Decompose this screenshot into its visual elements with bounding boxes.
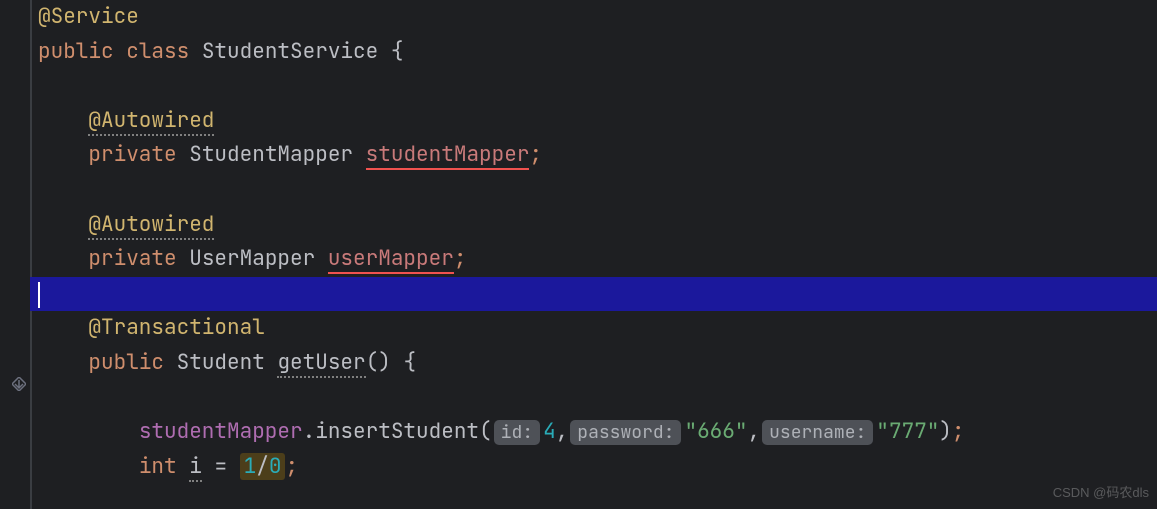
keyword-private: private bbox=[88, 141, 176, 168]
number-literal: 4 bbox=[543, 418, 556, 445]
param-hint: username: bbox=[762, 420, 873, 445]
warning-highlight: 1/0 bbox=[240, 453, 286, 480]
editor-gutter bbox=[0, 0, 30, 509]
param-hint: password: bbox=[570, 420, 681, 445]
field-name: userMapper bbox=[328, 245, 454, 274]
code-line[interactable] bbox=[30, 173, 1157, 208]
operator: / bbox=[256, 453, 269, 480]
code-line[interactable]: public Student getUser() { bbox=[30, 346, 1157, 381]
parens: () bbox=[366, 349, 391, 376]
string-literal: "777" bbox=[876, 418, 939, 445]
param-hint: id: bbox=[494, 420, 540, 445]
annotation: @Service bbox=[38, 3, 139, 30]
annotation-autowired: @Autowired bbox=[88, 211, 214, 240]
semicolon: ; bbox=[952, 418, 965, 445]
brace: { bbox=[378, 38, 403, 65]
paren-open: ( bbox=[479, 418, 492, 445]
code-line[interactable]: @Service bbox=[30, 0, 1157, 35]
annotation-autowired: @Autowired bbox=[88, 107, 214, 136]
keyword-private: private bbox=[88, 245, 176, 272]
type-name: StudentMapper bbox=[189, 141, 353, 168]
number-literal: 1 bbox=[244, 453, 257, 480]
method-call: insertStudent bbox=[315, 418, 479, 445]
code-line[interactable]: public class StudentService { bbox=[30, 35, 1157, 70]
comma: , bbox=[747, 418, 760, 445]
field-ref: studentMapper bbox=[139, 418, 303, 445]
field-name: studentMapper bbox=[366, 141, 530, 170]
dot: . bbox=[303, 418, 316, 445]
code-line[interactable]: private UserMapper userMapper; bbox=[30, 242, 1157, 277]
keyword-int: int bbox=[139, 453, 177, 480]
code-line[interactable]: studentMapper.insertStudent(id:4,passwor… bbox=[30, 415, 1157, 450]
variable-name: i bbox=[189, 453, 202, 482]
paren-close: ) bbox=[939, 418, 952, 445]
code-line[interactable]: @Autowired bbox=[30, 104, 1157, 139]
method-name: getUser bbox=[277, 349, 365, 378]
brace: { bbox=[391, 349, 416, 376]
keyword-public: public bbox=[88, 349, 164, 376]
code-editor[interactable]: @Service public class StudentService { @… bbox=[30, 0, 1157, 509]
code-line-current[interactable] bbox=[30, 277, 1157, 312]
equals: = bbox=[202, 453, 240, 480]
comma: , bbox=[556, 418, 569, 445]
override-icon[interactable] bbox=[12, 376, 26, 399]
return-type: Student bbox=[177, 349, 265, 376]
keyword-public: public bbox=[38, 38, 114, 65]
string-literal: "666" bbox=[684, 418, 747, 445]
keyword-class: class bbox=[126, 38, 189, 65]
code-line[interactable]: private StudentMapper studentMapper; bbox=[30, 138, 1157, 173]
code-line[interactable] bbox=[30, 381, 1157, 416]
type-name: UserMapper bbox=[189, 245, 315, 272]
semicolon: ; bbox=[454, 245, 467, 272]
semicolon: ; bbox=[529, 141, 542, 168]
watermark: CSDN @码农dls bbox=[1053, 482, 1149, 503]
semicolon: ; bbox=[285, 453, 298, 480]
code-line[interactable] bbox=[30, 69, 1157, 104]
annotation-transactional: @Transactional bbox=[88, 314, 264, 341]
code-line[interactable]: @Transactional bbox=[30, 311, 1157, 346]
number-literal: 0 bbox=[269, 453, 282, 480]
class-name: StudentService bbox=[202, 38, 378, 65]
code-line[interactable]: int i = 1/0; bbox=[30, 450, 1157, 485]
caret bbox=[38, 282, 40, 308]
code-line[interactable]: @Autowired bbox=[30, 208, 1157, 243]
